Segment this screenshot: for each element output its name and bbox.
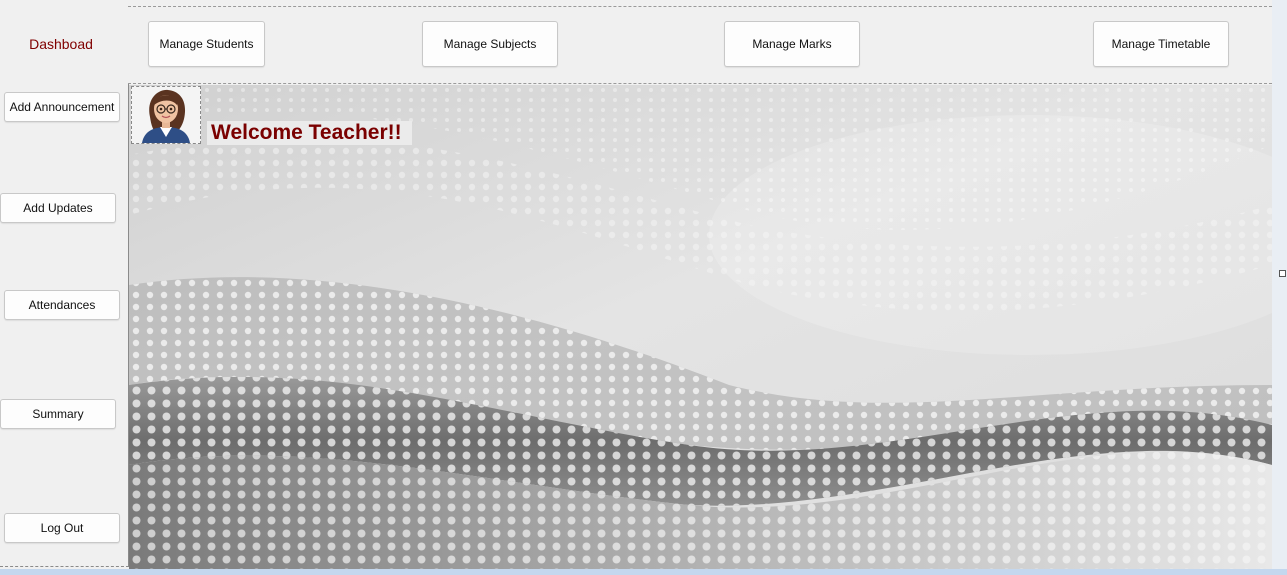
halftone-wave-background	[129, 85, 1272, 569]
manage-students-button[interactable]: Manage Students	[148, 21, 265, 67]
window-right-edge	[1272, 0, 1287, 575]
welcome-label: Welcome Teacher!!	[207, 121, 412, 145]
log-out-button[interactable]: Log Out	[4, 513, 120, 543]
add-updates-button[interactable]: Add Updates	[0, 193, 116, 223]
window-bottom-edge	[0, 569, 1287, 575]
teacher-avatar-icon	[131, 86, 201, 144]
summary-button[interactable]: Summary	[0, 399, 116, 429]
sidebar-title: Dashboad	[29, 36, 93, 52]
manage-timetable-button[interactable]: Manage Timetable	[1093, 21, 1229, 67]
resize-handle[interactable]	[1279, 270, 1286, 277]
sidebar-panel: Dashboad	[0, 6, 129, 567]
manage-marks-button[interactable]: Manage Marks	[724, 21, 860, 67]
manage-subjects-button[interactable]: Manage Subjects	[422, 21, 558, 67]
teacher-dashboard-window: Dashboad Add Announcement Add Updates At…	[0, 0, 1287, 575]
attendances-button[interactable]: Attendances	[4, 290, 120, 320]
add-announcement-button[interactable]: Add Announcement	[4, 92, 120, 122]
